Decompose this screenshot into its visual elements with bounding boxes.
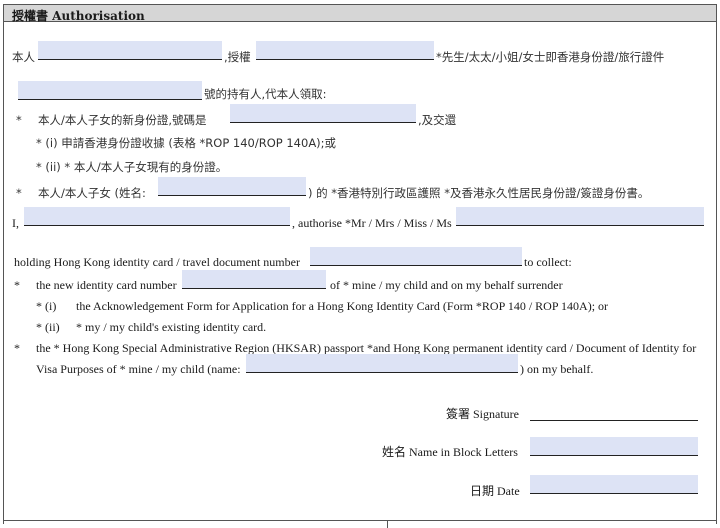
section-divider	[387, 521, 388, 528]
zh-passport-text: ) 的 *香港特別行政區護照 *及香港永久性居民身份證/簽證身份書。	[308, 186, 650, 200]
zh-bullet1-star: *	[16, 113, 22, 127]
section-header: 授權書 Authorisation	[4, 5, 716, 23]
en-option-ii: * my / my child's existing identity card…	[76, 320, 267, 334]
en-bullet1-star: *	[14, 278, 20, 292]
date-field[interactable]	[530, 475, 698, 494]
name-block-letters-field[interactable]	[530, 437, 698, 456]
zh-authorise-label: ,授權	[224, 50, 251, 64]
zh-bullet2-star: *	[16, 186, 22, 200]
signature-label: 簽署 Signature	[446, 407, 519, 421]
zh-holder-text: 號的持有人,代本人領取:	[204, 87, 327, 101]
en-child-name-field[interactable]	[246, 354, 518, 373]
zh-new-id-number-field[interactable]	[230, 104, 416, 123]
zh-new-id-text: 本人/本人子女的新身份證,號碼是	[38, 113, 207, 127]
en-new-id-number-field[interactable]	[182, 270, 326, 289]
en-option-i-mark: * (i)	[36, 299, 57, 313]
zh-i-label: 本人	[12, 50, 35, 64]
en-surrender-text: of * mine / my child and on my behalf su…	[330, 278, 563, 292]
en-collect-text: to collect:	[524, 255, 572, 269]
en-authoriser-name-field[interactable]	[24, 207, 290, 226]
zh-title-options: *先生/太太/小姐/女士即香港身份證/旅行證件	[436, 50, 665, 64]
zh-id-document-number-field[interactable]	[18, 81, 202, 100]
en-bullet2-star: *	[14, 341, 20, 355]
section-title: 授權書 Authorisation	[12, 9, 145, 23]
date-label: 日期 Date	[470, 484, 520, 498]
en-passport-text: the * Hong Kong Special Administrative R…	[36, 341, 697, 355]
en-i-label: I,	[12, 216, 19, 230]
next-section-edge	[3, 520, 717, 528]
signature-line[interactable]	[530, 407, 698, 421]
en-authorise-label: , authorise *Mr / Mrs / Miss / Ms	[292, 216, 452, 230]
en-holding-text: holding Hong Kong identity card / travel…	[14, 255, 300, 269]
zh-option-ii: * (ii) * 本人/本人子女現有的身份證。	[36, 160, 228, 174]
zh-option-i: * (i) 申請香港身份證收據 (表格 *ROP 140/ROP 140A);或	[36, 136, 337, 150]
authorisation-form: 授權書 Authorisation 本人 ,授權 *先生/太太/小姐/女士即香港…	[3, 4, 717, 524]
en-option-i: the Acknowledgement Form for Application…	[76, 299, 609, 313]
en-child-name-label: Visa Purposes of * mine / my child (name…	[36, 362, 241, 376]
en-option-ii-mark: * (ii)	[36, 320, 60, 334]
en-authorised-person-field[interactable]	[456, 207, 704, 226]
en-id-document-number-field[interactable]	[310, 247, 522, 266]
zh-child-name-field[interactable]	[158, 177, 306, 196]
zh-authoriser-name-field[interactable]	[38, 41, 222, 60]
zh-surrender-text: ,及交還	[418, 113, 457, 127]
zh-authorised-person-field[interactable]	[256, 41, 434, 60]
en-behalf-text: ) on my behalf.	[520, 362, 594, 376]
en-new-id-text: the new identity card number	[36, 278, 177, 292]
zh-child-name-label: 本人/本人子女 (姓名:	[38, 186, 146, 200]
name-block-letters-label: 姓名 Name in Block Letters	[382, 445, 518, 459]
